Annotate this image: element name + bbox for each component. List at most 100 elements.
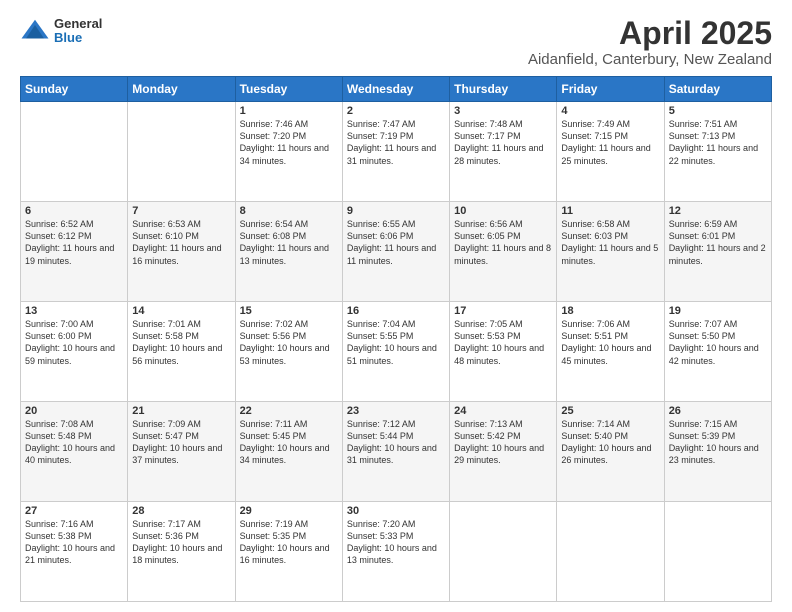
logo-general: General <box>54 17 102 31</box>
day-number: 1 <box>240 105 338 117</box>
day-number: 12 <box>669 205 767 217</box>
day-info: Sunrise: 6:52 AM Sunset: 6:12 PM Dayligh… <box>25 218 123 267</box>
day-info: Sunrise: 7:02 AM Sunset: 5:56 PM Dayligh… <box>240 318 338 367</box>
day-info: Sunrise: 7:47 AM Sunset: 7:19 PM Dayligh… <box>347 118 445 167</box>
day-info: Sunrise: 6:56 AM Sunset: 6:05 PM Dayligh… <box>454 218 552 267</box>
day-number: 2 <box>347 105 445 117</box>
calendar-cell: 29Sunrise: 7:19 AM Sunset: 5:35 PM Dayli… <box>235 502 342 602</box>
calendar-cell: 8Sunrise: 6:54 AM Sunset: 6:08 PM Daylig… <box>235 202 342 302</box>
day-info: Sunrise: 6:58 AM Sunset: 6:03 PM Dayligh… <box>561 218 659 267</box>
day-number: 30 <box>347 505 445 517</box>
day-info: Sunrise: 6:54 AM Sunset: 6:08 PM Dayligh… <box>240 218 338 267</box>
day-info: Sunrise: 7:17 AM Sunset: 5:36 PM Dayligh… <box>132 518 230 567</box>
calendar-cell: 13Sunrise: 7:00 AM Sunset: 6:00 PM Dayli… <box>21 302 128 402</box>
day-number: 6 <box>25 205 123 217</box>
calendar-cell: 18Sunrise: 7:06 AM Sunset: 5:51 PM Dayli… <box>557 302 664 402</box>
day-info: Sunrise: 7:15 AM Sunset: 5:39 PM Dayligh… <box>669 418 767 467</box>
calendar-cell: 20Sunrise: 7:08 AM Sunset: 5:48 PM Dayli… <box>21 402 128 502</box>
day-header-thursday: Thursday <box>450 77 557 102</box>
calendar-header-row: SundayMondayTuesdayWednesdayThursdayFrid… <box>21 77 772 102</box>
calendar-week-row: 20Sunrise: 7:08 AM Sunset: 5:48 PM Dayli… <box>21 402 772 502</box>
day-number: 28 <box>132 505 230 517</box>
calendar-cell: 17Sunrise: 7:05 AM Sunset: 5:53 PM Dayli… <box>450 302 557 402</box>
logo-blue: Blue <box>54 31 102 45</box>
calendar-week-row: 27Sunrise: 7:16 AM Sunset: 5:38 PM Dayli… <box>21 502 772 602</box>
day-number: 19 <box>669 305 767 317</box>
day-number: 27 <box>25 505 123 517</box>
day-number: 25 <box>561 405 659 417</box>
page: General Blue April 2025 Aidanfield, Cant… <box>0 0 792 612</box>
day-number: 3 <box>454 105 552 117</box>
day-number: 24 <box>454 405 552 417</box>
calendar-cell <box>664 502 771 602</box>
calendar-cell: 6Sunrise: 6:52 AM Sunset: 6:12 PM Daylig… <box>21 202 128 302</box>
calendar-cell <box>21 102 128 202</box>
calendar-cell: 23Sunrise: 7:12 AM Sunset: 5:44 PM Dayli… <box>342 402 449 502</box>
day-number: 26 <box>669 405 767 417</box>
day-number: 21 <box>132 405 230 417</box>
calendar-cell: 30Sunrise: 7:20 AM Sunset: 5:33 PM Dayli… <box>342 502 449 602</box>
calendar-cell: 10Sunrise: 6:56 AM Sunset: 6:05 PM Dayli… <box>450 202 557 302</box>
day-number: 17 <box>454 305 552 317</box>
day-info: Sunrise: 7:08 AM Sunset: 5:48 PM Dayligh… <box>25 418 123 467</box>
day-header-sunday: Sunday <box>21 77 128 102</box>
day-number: 9 <box>347 205 445 217</box>
day-info: Sunrise: 7:46 AM Sunset: 7:20 PM Dayligh… <box>240 118 338 167</box>
calendar-cell <box>450 502 557 602</box>
logo-icon <box>20 16 50 46</box>
day-info: Sunrise: 7:05 AM Sunset: 5:53 PM Dayligh… <box>454 318 552 367</box>
header: General Blue April 2025 Aidanfield, Cant… <box>20 16 772 68</box>
calendar-cell: 25Sunrise: 7:14 AM Sunset: 5:40 PM Dayli… <box>557 402 664 502</box>
calendar-cell <box>557 502 664 602</box>
day-number: 15 <box>240 305 338 317</box>
day-number: 7 <box>132 205 230 217</box>
day-number: 18 <box>561 305 659 317</box>
day-info: Sunrise: 7:48 AM Sunset: 7:17 PM Dayligh… <box>454 118 552 167</box>
calendar-cell: 24Sunrise: 7:13 AM Sunset: 5:42 PM Dayli… <box>450 402 557 502</box>
day-info: Sunrise: 7:20 AM Sunset: 5:33 PM Dayligh… <box>347 518 445 567</box>
day-header-monday: Monday <box>128 77 235 102</box>
day-info: Sunrise: 7:51 AM Sunset: 7:13 PM Dayligh… <box>669 118 767 167</box>
day-number: 11 <box>561 205 659 217</box>
calendar-cell: 19Sunrise: 7:07 AM Sunset: 5:50 PM Dayli… <box>664 302 771 402</box>
day-number: 14 <box>132 305 230 317</box>
title-block: April 2025 Aidanfield, Canterbury, New Z… <box>528 16 772 68</box>
day-info: Sunrise: 6:59 AM Sunset: 6:01 PM Dayligh… <box>669 218 767 267</box>
calendar-cell: 3Sunrise: 7:48 AM Sunset: 7:17 PM Daylig… <box>450 102 557 202</box>
calendar-cell: 22Sunrise: 7:11 AM Sunset: 5:45 PM Dayli… <box>235 402 342 502</box>
calendar-cell: 11Sunrise: 6:58 AM Sunset: 6:03 PM Dayli… <box>557 202 664 302</box>
calendar-cell: 16Sunrise: 7:04 AM Sunset: 5:55 PM Dayli… <box>342 302 449 402</box>
day-info: Sunrise: 7:06 AM Sunset: 5:51 PM Dayligh… <box>561 318 659 367</box>
day-header-tuesday: Tuesday <box>235 77 342 102</box>
day-number: 8 <box>240 205 338 217</box>
calendar-cell: 28Sunrise: 7:17 AM Sunset: 5:36 PM Dayli… <box>128 502 235 602</box>
day-info: Sunrise: 7:13 AM Sunset: 5:42 PM Dayligh… <box>454 418 552 467</box>
calendar-cell: 2Sunrise: 7:47 AM Sunset: 7:19 PM Daylig… <box>342 102 449 202</box>
calendar-cell: 4Sunrise: 7:49 AM Sunset: 7:15 PM Daylig… <box>557 102 664 202</box>
day-info: Sunrise: 7:00 AM Sunset: 6:00 PM Dayligh… <box>25 318 123 367</box>
day-info: Sunrise: 6:53 AM Sunset: 6:10 PM Dayligh… <box>132 218 230 267</box>
day-header-friday: Friday <box>557 77 664 102</box>
day-number: 10 <box>454 205 552 217</box>
day-header-wednesday: Wednesday <box>342 77 449 102</box>
calendar-cell: 5Sunrise: 7:51 AM Sunset: 7:13 PM Daylig… <box>664 102 771 202</box>
calendar-week-row: 13Sunrise: 7:00 AM Sunset: 6:00 PM Dayli… <box>21 302 772 402</box>
day-info: Sunrise: 7:16 AM Sunset: 5:38 PM Dayligh… <box>25 518 123 567</box>
day-info: Sunrise: 7:19 AM Sunset: 5:35 PM Dayligh… <box>240 518 338 567</box>
logo-text: General Blue <box>54 17 102 46</box>
day-info: Sunrise: 7:49 AM Sunset: 7:15 PM Dayligh… <box>561 118 659 167</box>
day-number: 29 <box>240 505 338 517</box>
calendar-cell: 14Sunrise: 7:01 AM Sunset: 5:58 PM Dayli… <box>128 302 235 402</box>
calendar-cell: 21Sunrise: 7:09 AM Sunset: 5:47 PM Dayli… <box>128 402 235 502</box>
calendar-cell: 26Sunrise: 7:15 AM Sunset: 5:39 PM Dayli… <box>664 402 771 502</box>
calendar-table: SundayMondayTuesdayWednesdayThursdayFrid… <box>20 76 772 602</box>
calendar-cell <box>128 102 235 202</box>
day-info: Sunrise: 7:12 AM Sunset: 5:44 PM Dayligh… <box>347 418 445 467</box>
page-subtitle: Aidanfield, Canterbury, New Zealand <box>528 51 772 68</box>
calendar-cell: 7Sunrise: 6:53 AM Sunset: 6:10 PM Daylig… <box>128 202 235 302</box>
day-number: 16 <box>347 305 445 317</box>
calendar-week-row: 6Sunrise: 6:52 AM Sunset: 6:12 PM Daylig… <box>21 202 772 302</box>
day-number: 13 <box>25 305 123 317</box>
day-number: 23 <box>347 405 445 417</box>
day-header-saturday: Saturday <box>664 77 771 102</box>
